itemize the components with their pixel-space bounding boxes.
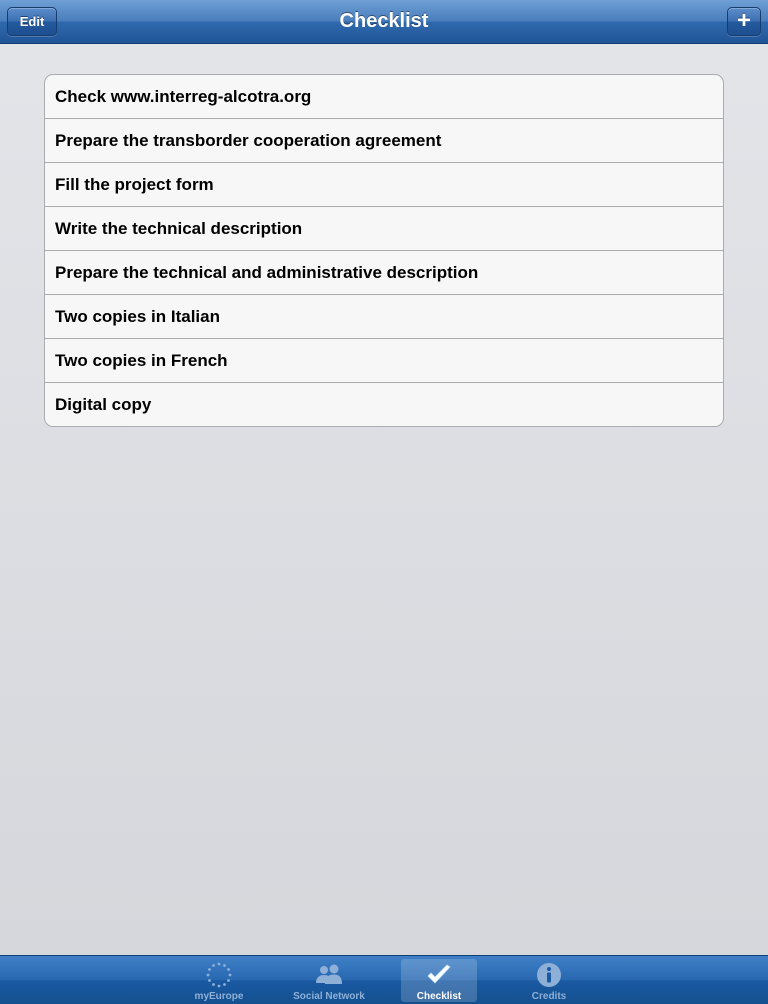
list-item[interactable]: Two copies in French	[45, 339, 723, 383]
list-item[interactable]: Prepare the transborder cooperation agre…	[45, 119, 723, 163]
page-title: Checklist	[339, 10, 429, 32]
tab-social-network[interactable]: Social Network	[291, 959, 367, 1002]
list-item[interactable]: Fill the project form	[45, 163, 723, 207]
list-item[interactable]: Check www.interreg-alcotra.org	[45, 75, 723, 119]
tab-credits[interactable]: Credits	[511, 959, 587, 1002]
people-icon	[316, 964, 342, 984]
list-item[interactable]: Write the technical description	[45, 207, 723, 251]
tab-bar: myEurope Social Network Checklist Credit…	[0, 955, 768, 1004]
tab-myeurope[interactable]: myEurope	[181, 959, 257, 1002]
navigation-bar: Edit Checklist +	[0, 0, 768, 44]
tab-label: Credits	[531, 991, 567, 1002]
add-item-button[interactable]: +	[727, 7, 761, 36]
tab-checklist[interactable]: Checklist	[401, 959, 477, 1002]
tab-label: Social Network	[293, 991, 365, 1002]
tab-label: Checklist	[416, 991, 462, 1002]
list-item[interactable]: Prepare the technical and administrative…	[45, 251, 723, 295]
list-item[interactable]: Two copies in Italian	[45, 295, 723, 339]
list-item[interactable]: Digital copy	[45, 383, 723, 426]
checkmark-icon	[427, 964, 451, 984]
checklist-table: Check www.interreg-alcotra.org Prepare t…	[44, 74, 724, 427]
eu-stars-icon	[206, 962, 232, 988]
info-icon	[537, 963, 561, 987]
tab-label: myEurope	[194, 991, 244, 1002]
